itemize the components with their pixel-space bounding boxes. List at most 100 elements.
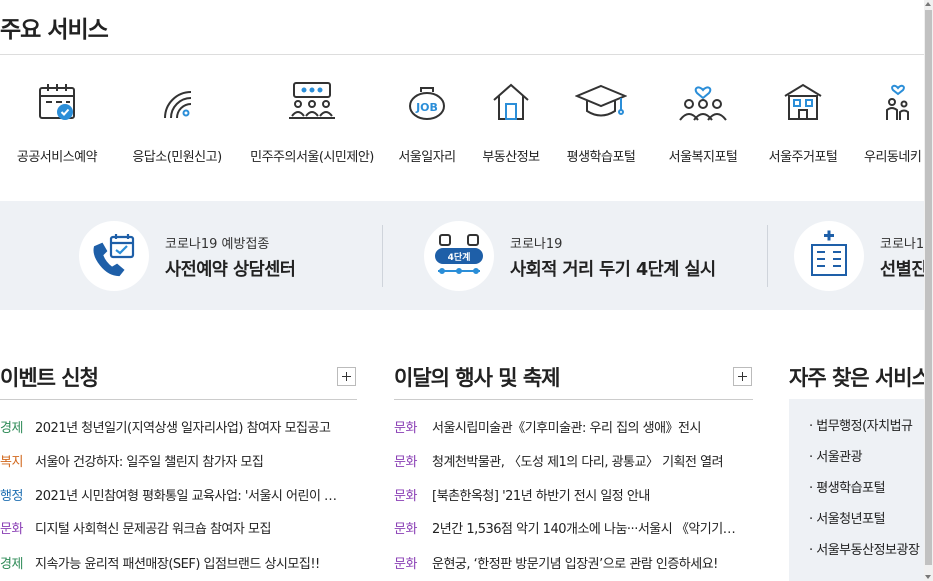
svg-text:JOB: JOB xyxy=(415,101,438,114)
festival-category: 문화 xyxy=(394,455,417,470)
faq-item[interactable]: · 평생학습포털 xyxy=(809,477,886,496)
services-title: 주요 서비스 xyxy=(0,17,109,43)
festival-category: 문화 xyxy=(394,522,417,537)
service-label: 부동산정보 xyxy=(482,150,540,165)
event-item[interactable]: 행정 2021년 시민참여형 평화통일 교육사업: '서울시 어린이 … xyxy=(0,485,357,505)
banner-item[interactable]: 코로나1 선별진 xyxy=(794,221,933,291)
service-list: 공공서비스예약 응답소(민원신고) 민주주의서울(시민제안) JOB 서울일자리 xyxy=(0,80,933,170)
faq-item-label: 서울관광 xyxy=(816,450,863,465)
event-item[interactable]: 복지 서울아 건강하자: 일주일 챌린지 참가자 모집 xyxy=(0,451,357,471)
covid-banner: 코로나19 예방접종 사전예약 상담센터 4단계 코로나19 사회적 거리 두기… xyxy=(0,201,933,310)
service-label: 공공서비스예약 xyxy=(16,150,98,165)
service-label: 우리동네키 xyxy=(864,150,922,165)
event-category: 문화 xyxy=(0,522,23,537)
service-item[interactable]: 서울복지포털 xyxy=(658,80,748,165)
service-item[interactable]: 우리동네키 xyxy=(858,80,933,165)
people-heart-icon xyxy=(679,86,727,121)
faq-item-label: 법무행정(자치법규 xyxy=(816,419,913,434)
faq-item[interactable]: · 법무행정(자치법규 xyxy=(809,415,913,434)
service-label: 서울복지포털 xyxy=(668,150,738,165)
service-item[interactable]: 민주주의서울(시민제안) xyxy=(240,80,384,165)
festivals-title: 이달의 행사 및 축제 xyxy=(394,366,560,390)
graduation-cap-icon xyxy=(575,84,627,117)
distancing-badge: 4단계 xyxy=(448,251,471,263)
service-item[interactable]: 서울주거포털 xyxy=(758,80,848,165)
hospital-icon xyxy=(811,230,847,276)
faq-item[interactable]: · 서울관광 xyxy=(809,446,863,465)
festival-item[interactable]: 문화 [북촌한옥청] '21년 하반기 전시 일정 안내 xyxy=(394,485,753,505)
event-item[interactable]: 문화 디지털 사회혁신 문제공감 워크숍 참여자 모집 xyxy=(0,518,357,538)
event-category: 행정 xyxy=(0,489,23,504)
faq-item[interactable]: · 서울부동산정보광장 xyxy=(809,539,920,558)
banner-icon-circle xyxy=(794,221,864,291)
faq-item-label: 서울부동산정보광장 xyxy=(816,543,920,558)
banner-divider xyxy=(767,225,768,287)
festival-category: 문화 xyxy=(394,421,417,436)
service-label: 응답소(민원신고) xyxy=(132,150,222,165)
festival-title: 2년간 1,536점 악기 140개소에 나눔···서울시 《악기기… xyxy=(432,522,736,537)
festival-item[interactable]: 문화 운현궁, ‘한정판 방문기념 입장권’으로 관람 인증하세요! xyxy=(394,553,753,573)
event-title: 2021년 청년일기(지역상생 일자리사업) 참여자 모집공고 xyxy=(35,421,331,436)
festival-category: 문화 xyxy=(394,557,417,572)
meeting-speech-icon xyxy=(289,82,335,119)
events-divider xyxy=(0,399,357,400)
scroll-thumb[interactable] xyxy=(925,10,932,565)
job-bag-icon: JOB xyxy=(409,87,445,120)
phone-calendar-icon xyxy=(93,234,135,277)
festival-title: 운현궁, ‘한정판 방문기념 입장권’으로 관람 인증하세요! xyxy=(432,557,718,572)
events-title: 이벤트 신청 xyxy=(0,366,99,390)
event-title: 지속가능 윤리적 패션매장(SEF) 입점브랜드 상시모집!! xyxy=(35,557,320,572)
service-item[interactable]: 부동산정보 xyxy=(472,80,550,165)
signal-waves-icon xyxy=(164,91,192,119)
house-icon xyxy=(493,83,529,120)
distancing-4-icon: 4단계 xyxy=(435,234,483,274)
calendar-check-icon xyxy=(39,84,75,120)
festival-item[interactable]: 문화 청계천박물관, 〈도성 제1의 다리, 광통교〉 기획전 열려 xyxy=(394,451,753,471)
service-item[interactable]: 평생학습포털 xyxy=(558,80,644,165)
faq-item[interactable]: · 서울청년포털 xyxy=(809,508,886,527)
event-category: 복지 xyxy=(0,455,23,470)
event-category: 경제 xyxy=(0,557,23,572)
banner-subtitle: 코로나1 xyxy=(880,237,925,252)
service-label: 민주주의서울(시민제안) xyxy=(250,150,374,165)
festivals-divider xyxy=(394,399,753,400)
banner-item[interactable]: 코로나19 예방접종 사전예약 상담센터 xyxy=(79,221,369,291)
banner-title: 사전예약 상담센터 xyxy=(165,260,296,280)
event-title: 서울아 건강하자: 일주일 챌린지 참가자 모집 xyxy=(35,455,264,470)
festival-title: 서울시립미술관《기후미술관: 우리 집의 생애》전시 xyxy=(432,421,701,436)
banner-divider xyxy=(382,225,383,287)
festivals-more-button[interactable] xyxy=(733,367,752,386)
events-more-button[interactable] xyxy=(337,367,356,386)
banner-item[interactable]: 4단계 코로나19 사회적 거리 두기 4단계 실시 xyxy=(424,221,744,291)
festival-category: 문화 xyxy=(394,489,417,504)
faq-item-label: 평생학습포털 xyxy=(816,481,886,496)
festival-item[interactable]: 문화 서울시립미술관《기후미술관: 우리 집의 생애》전시 xyxy=(394,417,753,437)
banner-title: 선별진 xyxy=(880,260,927,280)
service-item[interactable]: 공공서비스예약 xyxy=(0,80,114,165)
service-item[interactable]: JOB 서울일자리 xyxy=(390,80,464,165)
banner-subtitle: 코로나19 예방접종 xyxy=(165,237,270,252)
title-divider xyxy=(0,54,933,55)
event-item[interactable]: 경제 2021년 청년일기(지역상생 일자리사업) 참여자 모집공고 xyxy=(0,417,357,437)
service-label: 서울주거포털 xyxy=(768,150,838,165)
faq-list: · 법무행정(자치법규 · 서울관광 · 평생학습포털 · 서울청년포털 · 서… xyxy=(789,399,933,581)
faq-item-label: 서울청년포털 xyxy=(816,512,886,527)
festival-title: 청계천박물관, 〈도성 제1의 다리, 광통교〉 기획전 열려 xyxy=(432,455,724,470)
banner-icon-circle xyxy=(79,221,149,291)
banner-icon-circle: 4단계 xyxy=(424,221,494,291)
scroll-down-arrow-icon[interactable] xyxy=(925,575,931,579)
event-category: 경제 xyxy=(0,421,23,436)
faq-title: 자주 찾은 서비스 xyxy=(789,366,931,390)
service-item[interactable]: 응답소(민원신고) xyxy=(120,80,234,165)
event-title: 2021년 시민참여형 평화통일 교육사업: '서울시 어린이 … xyxy=(35,489,337,504)
service-label: 평생학습포털 xyxy=(566,150,636,165)
scroll-up-arrow-icon[interactable] xyxy=(925,2,931,6)
event-title: 디지털 사회혁신 문제공감 워크숍 참여자 모집 xyxy=(35,522,271,537)
banner-title: 사회적 거리 두기 4단계 실시 xyxy=(510,260,716,280)
festival-item[interactable]: 문화 2년간 1,536점 악기 140개소에 나눔···서울시 《악기기… xyxy=(394,518,753,538)
festival-title: [북촌한옥청] '21년 하반기 전시 일정 안내 xyxy=(432,489,650,504)
service-label: 서울일자리 xyxy=(398,150,456,165)
building-icon xyxy=(784,83,822,120)
event-item[interactable]: 경제 지속가능 윤리적 패션매장(SEF) 입점브랜드 상시모집!! xyxy=(0,553,357,573)
vertical-scrollbar[interactable] xyxy=(924,0,933,581)
